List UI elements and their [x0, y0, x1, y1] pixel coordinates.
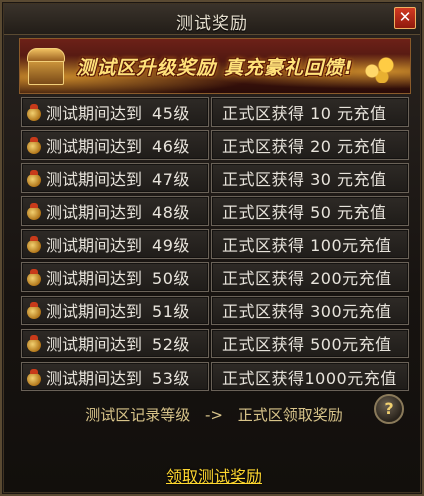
row-label: 测试期间达到 — [46, 302, 143, 322]
reward-row: 测试期间达到 53级 正式区获得1000元充值 — [21, 361, 409, 392]
money-bag-icon — [26, 301, 42, 320]
window-title: 测试奖励 — [176, 14, 248, 34]
row-condition: 测试期间达到 45级 — [21, 97, 209, 127]
row-label: 测试期间达到 — [46, 203, 143, 223]
reward-row: 测试期间达到 47级 正式区获得 30 元充值 — [21, 163, 409, 193]
money-bag-icon — [26, 235, 42, 254]
row-level: 48级 — [152, 203, 190, 223]
row-condition: 测试期间达到 46级 — [21, 130, 209, 160]
row-label: 测试期间达到 — [46, 368, 143, 388]
money-bag-icon — [26, 268, 42, 287]
row-reward-cell: 正式区获得 500元充值 — [211, 328, 409, 359]
row-label: 测试期间达到 — [46, 103, 143, 123]
reward-row: 测试期间达到 46级 正式区获得 20 元充值 — [21, 130, 409, 160]
row-reward-cell: 正式区获得 200元充值 — [211, 262, 409, 293]
row-level: 45级 — [152, 103, 190, 123]
row-label: 测试期间达到 — [46, 169, 143, 189]
row-condition: 测试期间达到 51级 — [21, 295, 209, 326]
hint-arrow: -> — [205, 406, 223, 424]
money-bag-icon — [26, 169, 42, 187]
money-bag-icon — [26, 103, 42, 121]
row-label: 测试期间达到 — [46, 136, 143, 156]
money-bag-icon — [26, 334, 42, 353]
claim-reward-container: 领取测试奖励 — [2, 463, 424, 487]
reward-row: 测试期间达到 52级 正式区获得 500元充值 — [21, 328, 409, 359]
row-level: 53级 — [152, 368, 190, 388]
row-reward: 正式区获得 20 元充值 — [222, 136, 387, 156]
hint-right: 正式区领取奖励 — [237, 406, 343, 424]
help-button[interactable]: ? — [374, 394, 404, 424]
reward-row: 测试期间达到 50级 正式区获得 200元充值 — [21, 262, 409, 293]
title-bar: 测试奖励 ✕ — [4, 4, 420, 35]
gold-coins-icon — [360, 53, 400, 83]
row-condition: 测试期间达到 52级 — [21, 328, 209, 359]
row-level: 51级 — [152, 302, 190, 322]
row-condition: 测试期间达到 53级 — [21, 361, 209, 392]
money-bag-icon — [26, 136, 42, 154]
reward-list: 测试期间达到 45级 正式区获得 10 元充值 测试期间达到 46级 正式区获得… — [21, 97, 409, 395]
row-condition: 测试期间达到 48级 — [21, 196, 209, 226]
row-level: 49级 — [152, 236, 190, 256]
row-reward-cell: 正式区获得 20 元充值 — [211, 130, 409, 160]
row-reward-cell: 正式区获得 50 元充值 — [211, 196, 409, 226]
close-button[interactable]: ✕ — [394, 7, 416, 29]
reward-window: 测试奖励 ✕ 测试区升级奖励 真充豪礼回馈! 测试期间达到 45级 正式区获得 … — [0, 0, 424, 496]
row-reward: 正式区获得 200元充值 — [222, 269, 392, 289]
reward-row: 测试期间达到 45级 正式区获得 10 元充值 — [21, 97, 409, 127]
row-reward-cell: 正式区获得 100元充值 — [211, 229, 409, 259]
row-level: 50级 — [152, 269, 190, 289]
row-label: 测试期间达到 — [46, 236, 143, 256]
row-reward: 正式区获得 500元充值 — [222, 335, 392, 355]
row-reward: 正式区获得 300元充值 — [222, 302, 392, 322]
row-label: 测试期间达到 — [46, 269, 143, 289]
row-reward: 正式区获得 50 元充值 — [222, 203, 387, 223]
row-reward: 正式区获得 10 元充值 — [222, 103, 387, 123]
level-hint: 测试区记录等级 -> 正式区领取奖励 — [2, 404, 424, 425]
row-reward-cell: 正式区获得 30 元充值 — [211, 163, 409, 193]
reward-row: 测试期间达到 48级 正式区获得 50 元充值 — [21, 196, 409, 226]
row-reward-cell: 正式区获得1000元充值 — [211, 361, 409, 392]
reward-row: 测试期间达到 49级 正式区获得 100元充值 — [21, 229, 409, 259]
row-level: 47级 — [152, 169, 190, 189]
row-reward-cell: 正式区获得 300元充值 — [211, 295, 409, 326]
row-reward: 正式区获得1000元充值 — [222, 368, 397, 388]
row-condition: 测试期间达到 47级 — [21, 163, 209, 193]
claim-reward-link[interactable]: 领取测试奖励 — [166, 467, 262, 486]
row-label: 测试期间达到 — [46, 335, 143, 355]
money-bag-icon — [26, 202, 42, 221]
money-bag-icon — [26, 368, 42, 386]
row-condition: 测试期间达到 50级 — [21, 262, 209, 293]
row-reward: 正式区获得 100元充值 — [222, 236, 392, 256]
hint-left: 测试区记录等级 — [85, 406, 191, 424]
row-level: 46级 — [152, 136, 190, 156]
reward-row: 测试期间达到 51级 正式区获得 300元充值 — [21, 295, 409, 326]
row-level: 52级 — [152, 335, 190, 355]
banner-text: 测试区升级奖励 真充豪礼回馈! — [76, 57, 354, 79]
row-reward-cell: 正式区获得 10 元充值 — [211, 97, 409, 127]
row-reward: 正式区获得 30 元充值 — [222, 169, 387, 189]
promo-banner: 测试区升级奖励 真充豪礼回馈! — [19, 38, 411, 94]
treasure-chest-icon — [27, 48, 65, 85]
row-condition: 测试期间达到 49级 — [21, 229, 209, 259]
